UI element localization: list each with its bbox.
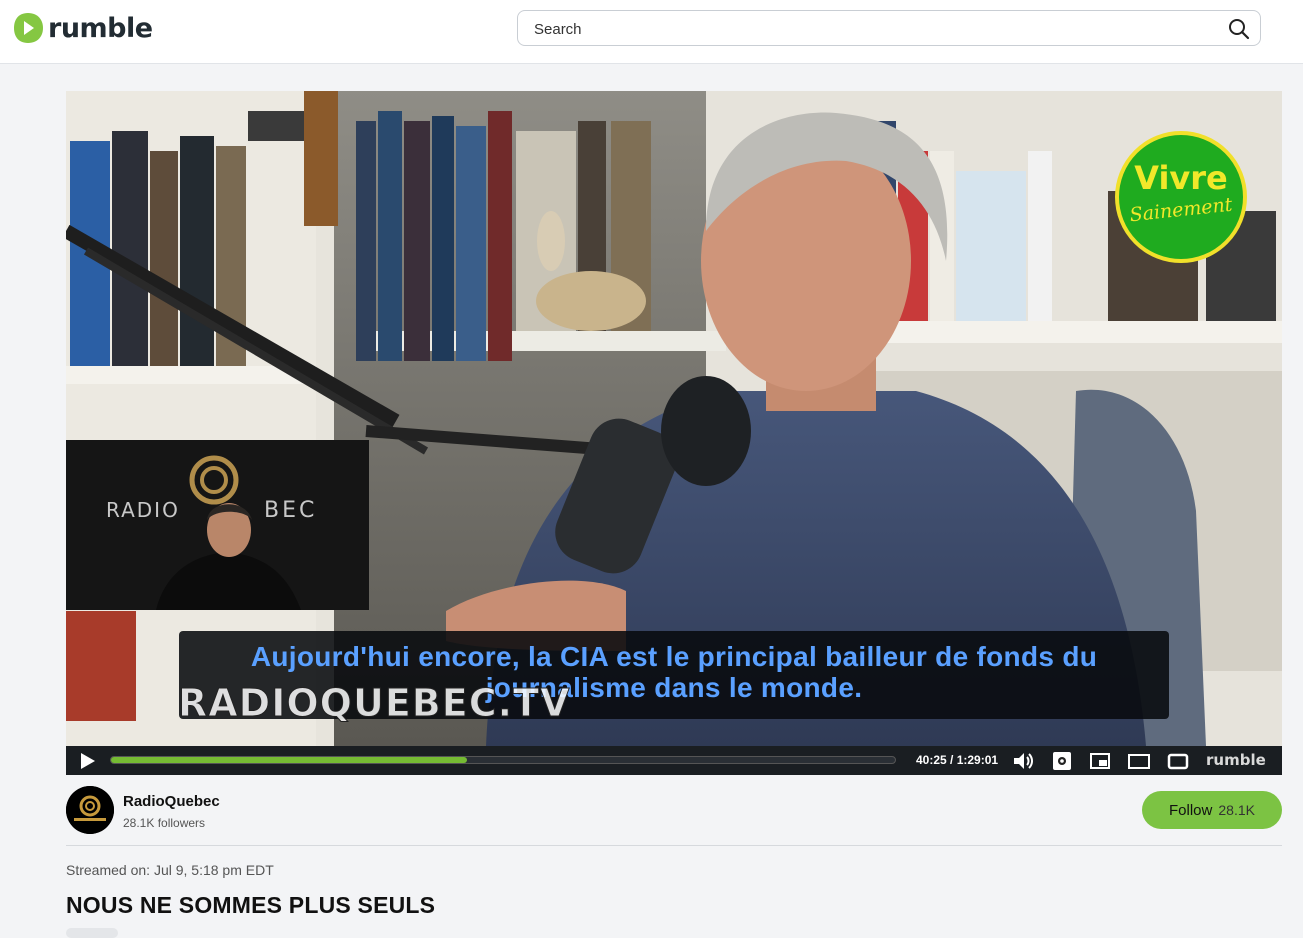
theater-icon[interactable] xyxy=(1128,751,1150,771)
picture-in-picture-inset: RADIO BEC xyxy=(66,440,369,610)
subtitle-line-1: Aujourd'hui encore, la CIA est le princi… xyxy=(250,641,1098,672)
pip-icon[interactable] xyxy=(1089,751,1111,771)
action-pill[interactable] xyxy=(66,928,118,938)
rumble-logo[interactable]: rumble xyxy=(12,11,153,45)
follow-button[interactable]: Follow 28.1K xyxy=(1142,791,1282,829)
player-controls: 40:25 / 1:29:01 rumble xyxy=(66,746,1282,775)
progress-fill xyxy=(111,757,467,763)
top-bar: rumble xyxy=(0,0,1303,64)
watermark-text: RADIOQUEBEC.TV xyxy=(177,681,571,726)
follow-label: Follow xyxy=(1169,801,1213,819)
channel-name[interactable]: RadioQuebec xyxy=(123,793,220,810)
rumble-play-icon xyxy=(14,13,43,43)
play-icon[interactable] xyxy=(80,752,96,770)
inset-brand-left: RADIO xyxy=(106,498,180,522)
time-display: 40:25 / 1:29:01 xyxy=(916,753,999,767)
inset-brand-right: BEC xyxy=(264,498,318,523)
inset-frame xyxy=(66,440,369,610)
avatar[interactable] xyxy=(66,786,114,834)
fullscreen-icon[interactable] xyxy=(1167,751,1189,771)
volume-icon[interactable] xyxy=(1012,751,1034,771)
video-title: NOUS NE SOMMES PLUS SEULS xyxy=(66,892,436,918)
logo-text: rumble xyxy=(48,12,153,44)
channel-row: RadioQuebec 28.1K followers Follow 28.1K xyxy=(66,786,1282,836)
badge-line-1: Vivre xyxy=(1134,159,1228,197)
search-input[interactable] xyxy=(532,11,1216,47)
channel-logo-icon xyxy=(66,786,114,834)
follower-count: 28.1K followers xyxy=(123,816,206,830)
stream-date: Streamed on: Jul 9, 5:18 pm EDT xyxy=(66,862,274,878)
search-bar xyxy=(517,10,1261,47)
settings-icon[interactable] xyxy=(1051,751,1073,771)
divider xyxy=(66,845,1282,846)
search-icon[interactable] xyxy=(1228,18,1250,40)
follow-count: 28.1K xyxy=(1218,801,1255,818)
player-brand[interactable]: rumble xyxy=(1206,751,1266,769)
video-player[interactable]: Vivre Sainement RADIO BEC Aujourd'hui en… xyxy=(66,91,1282,775)
vivre-sainement-badge: Vivre Sainement xyxy=(1115,131,1247,263)
badge-line-2: Sainement xyxy=(1128,193,1234,227)
progress-bar[interactable] xyxy=(110,756,896,764)
